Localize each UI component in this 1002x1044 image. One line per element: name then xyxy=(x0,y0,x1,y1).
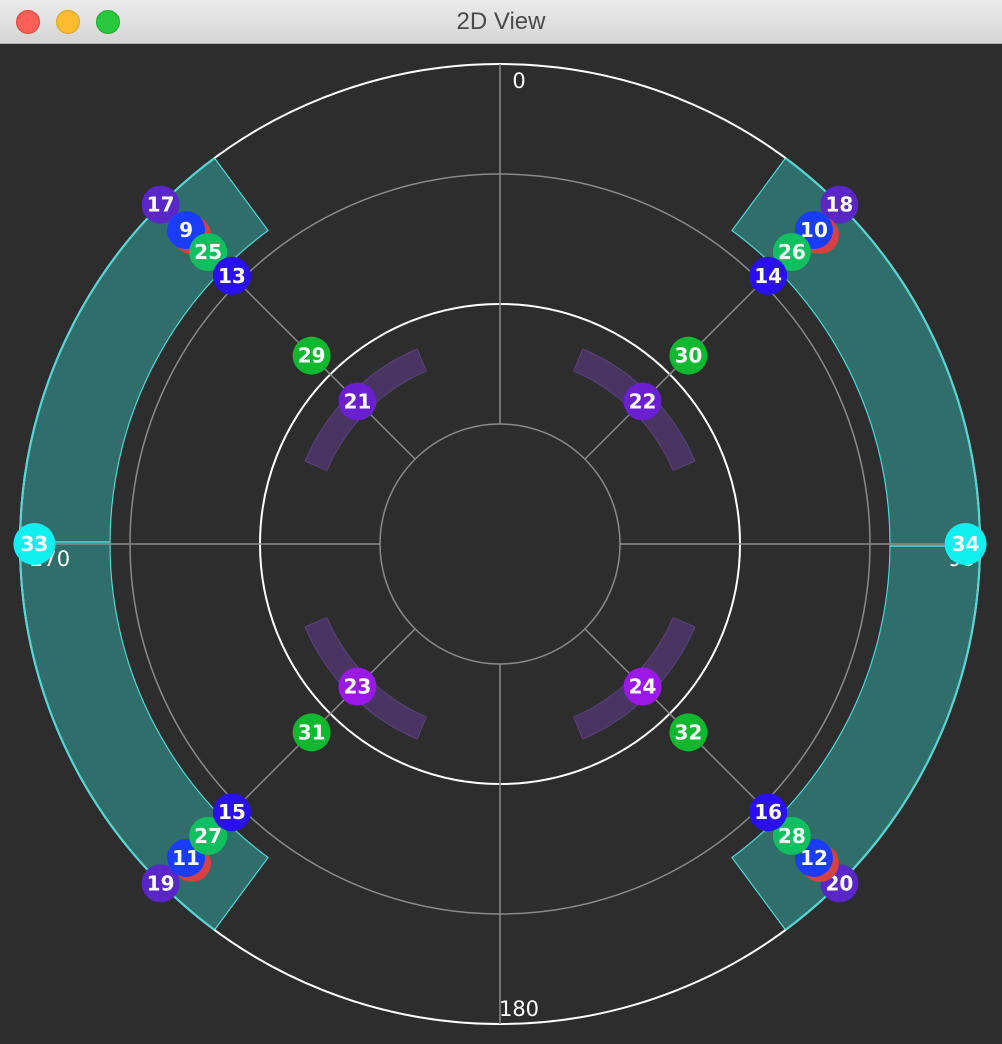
node-9-label: 9 xyxy=(179,218,193,242)
node-16-label: 16 xyxy=(754,800,782,824)
node-14[interactable]: 14 xyxy=(749,256,788,295)
node-30[interactable]: 30 xyxy=(669,336,708,375)
node-22-label: 22 xyxy=(629,389,657,413)
node-13-label: 13 xyxy=(218,264,246,288)
node-23[interactable]: 23 xyxy=(338,667,377,706)
axis-label-180: 180 xyxy=(499,997,539,1021)
node-33[interactable]: 33 xyxy=(13,523,56,565)
node-15-label: 15 xyxy=(218,800,246,824)
node-31-label: 31 xyxy=(298,720,326,744)
title-bar[interactable]: 2D View xyxy=(0,0,1002,44)
node-34-label: 34 xyxy=(952,532,980,556)
node-29-label: 29 xyxy=(298,344,326,368)
node-24[interactable]: 24 xyxy=(623,667,662,706)
node-14-label: 14 xyxy=(754,264,782,288)
node-13[interactable]: 13 xyxy=(212,256,251,295)
node-32[interactable]: 32 xyxy=(669,713,708,752)
node-34[interactable]: 34 xyxy=(944,523,987,565)
app-window: 2D View 27090179251329211810261430221911… xyxy=(0,0,1002,1044)
node-22[interactable]: 22 xyxy=(623,382,662,421)
node-29[interactable]: 29 xyxy=(292,336,331,375)
node-19-label: 19 xyxy=(147,871,175,895)
node-16[interactable]: 16 xyxy=(749,793,788,832)
node-33-label: 33 xyxy=(20,532,48,556)
node-17-label: 17 xyxy=(147,193,175,217)
window-title: 2D View xyxy=(456,8,546,35)
axis-label-0: 0 xyxy=(512,69,525,93)
node-23-label: 23 xyxy=(344,675,372,699)
node-27-label: 27 xyxy=(194,824,222,848)
node-30-label: 30 xyxy=(674,344,702,368)
node-26-label: 26 xyxy=(778,240,806,264)
node-21[interactable]: 21 xyxy=(338,382,377,421)
node-28-label: 28 xyxy=(778,824,806,848)
node-31[interactable]: 31 xyxy=(292,713,331,752)
node-25-label: 25 xyxy=(194,240,222,264)
grid-ring-120 xyxy=(379,423,621,665)
node-18-label: 18 xyxy=(825,193,853,217)
node-15[interactable]: 15 xyxy=(212,793,251,832)
node-32-label: 32 xyxy=(674,720,702,744)
node-24-label: 24 xyxy=(629,675,657,699)
node-21-label: 21 xyxy=(344,389,372,413)
polar-view-canvas[interactable]: 2709017925132921181026143022191127153123… xyxy=(0,44,1002,1044)
